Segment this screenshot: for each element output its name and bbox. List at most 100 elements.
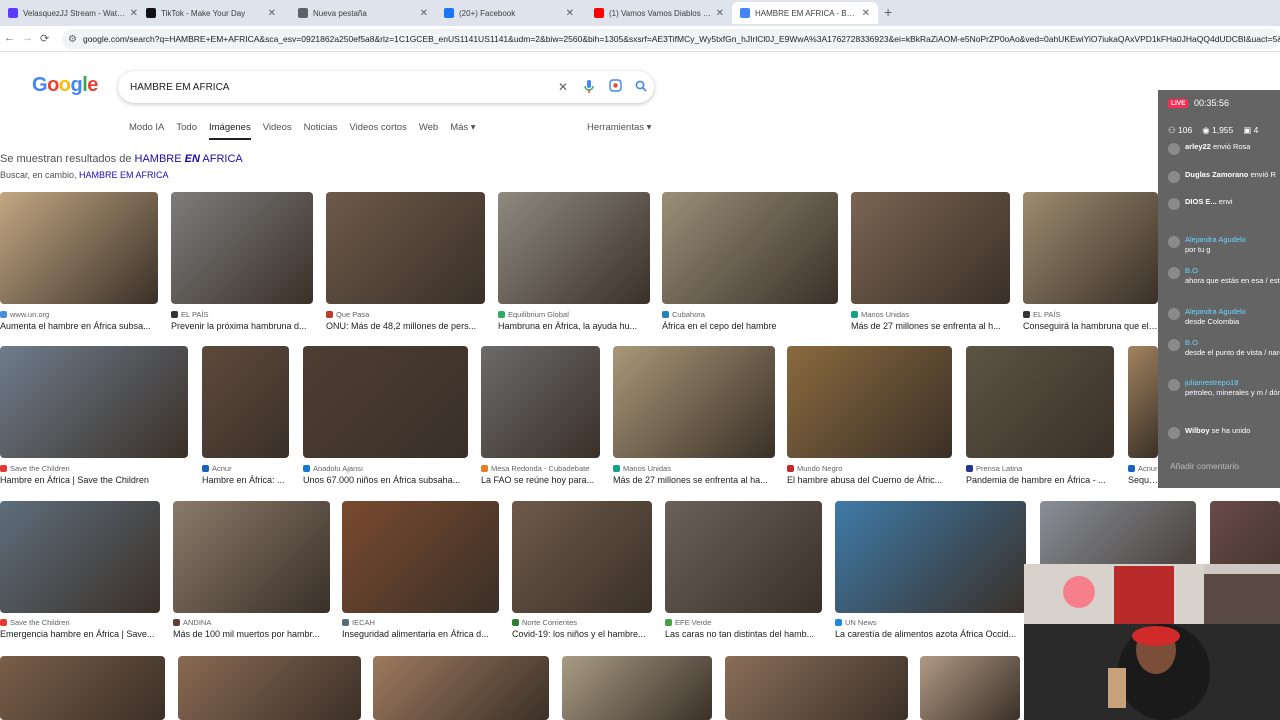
search-input[interactable]: HAMBRE EM AFRICA [130,82,550,93]
result-thumbnail[interactable] [512,501,652,613]
result-caption[interactable]: Prevenir la próxima hambruna d... [171,321,315,331]
result-thumbnail[interactable] [725,656,908,720]
result-thumbnail[interactable] [326,192,485,304]
corrected-word: EN [184,153,200,165]
result-thumbnail[interactable] [613,346,775,458]
search-box[interactable]: HAMBRE EM AFRICA ✕ [118,71,654,103]
chat-username[interactable]: Duglas Zamorano [1185,170,1248,179]
original-query-link[interactable]: HAMBRE EM AFRICA [79,170,169,180]
chat-username[interactable]: Alejandra Agudelo [1185,307,1280,317]
result-thumbnail[interactable] [178,656,361,720]
tab-close-icon[interactable]: ✕ [268,8,276,19]
browser-tab[interactable]: Nueva pestaña ✕ [290,2,436,24]
result-caption[interactable]: Conseguirá la hambruna que el mundo... [1023,321,1160,331]
tab-todo[interactable]: Todo [176,122,197,140]
result-caption[interactable]: La carestía de alimentos azota África Oc… [835,629,1028,639]
url-bar[interactable]: ⚙ google.com/search?q=HAMBRE+EM+AFRICA&s… [62,29,1280,49]
browser-tab[interactable]: VelasquezJJ Stream - Watch Liv ✕ [0,2,146,24]
result-caption[interactable]: Más de 27 millones se enfrenta al ha... [613,475,777,485]
tab-close-icon[interactable]: ✕ [420,8,428,19]
result-caption[interactable]: Sequía y hambre e... [1128,475,1160,485]
result-caption[interactable]: Emergencia hambre en África | Save... [0,629,162,639]
tab-close-icon[interactable]: ✕ [566,8,574,19]
browser-tab[interactable]: (20+) Facebook ✕ [436,2,582,24]
site-info-icon[interactable]: ⚙ [68,34,77,45]
result-thumbnail[interactable] [835,501,1026,613]
result-caption[interactable]: El hambre abusa del Cuerno de Áfric... [787,475,954,485]
tab-close-icon[interactable]: ✕ [130,8,138,19]
result-caption[interactable]: Inseguridad alimentaria en África d... [342,629,501,639]
result-thumbnail[interactable] [0,656,165,720]
reload-icon[interactable]: ⟳ [40,32,49,45]
chat-username[interactable]: B.O [1185,338,1280,348]
result-caption[interactable]: Las caras no tan distintas del hamb... [665,629,824,639]
chat-username[interactable]: arley22 [1185,142,1211,151]
chat-username[interactable]: Wilboy [1185,426,1210,435]
result-thumbnail[interactable] [665,501,822,613]
result-thumbnail[interactable] [920,656,1020,720]
result-thumbnail[interactable] [303,346,468,458]
result-caption[interactable]: Más de 100 mil muertos por hambr... [173,629,332,639]
result-caption[interactable]: Hambre en África | Save the Children [0,475,190,485]
result-caption[interactable]: Aumenta el hambre en África subsa... [0,321,160,331]
result-thumbnail[interactable] [787,346,952,458]
tab-modo-ia[interactable]: Modo IA [129,122,164,140]
chat-username[interactable]: julianrestrepo18 [1185,378,1280,388]
result-thumbnail[interactable] [851,192,1010,304]
tools-button[interactable]: Herramientas ▾ [587,122,651,133]
result-thumbnail[interactable] [562,656,712,720]
tab-close-icon[interactable]: ✕ [862,8,870,19]
browser-tab[interactable]: TikTok - Make Your Day ✕ [138,2,284,24]
clear-icon[interactable]: ✕ [550,80,576,94]
tab-videos[interactable]: Videos [263,122,292,140]
showing-results-for: Se muestran resultados de HAMBRE EN AFRI… [0,153,243,165]
back-icon[interactable]: ← [4,32,15,44]
tab-imagenes[interactable]: Imágenes [209,122,251,140]
result-caption[interactable]: ONU: Más de 48,2 millones de pers... [326,321,487,331]
result-thumbnail[interactable] [481,346,600,458]
chat-username[interactable]: Alejandra Agudelo [1185,235,1280,245]
result-thumbnail[interactable] [1128,346,1158,458]
tab-title: Nueva pestaña [313,8,367,18]
result-thumbnail[interactable] [1023,192,1158,304]
search-icon[interactable] [628,80,654,95]
tab-mas[interactable]: Más ▾ [450,122,475,140]
result-caption[interactable]: Hambre en África: ... [202,475,291,485]
chat-line: Duglas Zamorano envió R [1185,170,1280,180]
result-caption[interactable]: Unos 67.000 niños en África subsaha... [303,475,470,485]
voice-search-icon[interactable] [576,79,602,96]
browser-tab[interactable]: (1) Vamos Vamos Diablos Rojos ✕ [586,2,732,24]
result-thumbnail[interactable] [0,192,158,304]
result-thumbnail[interactable] [662,192,838,304]
google-logo[interactable]: Google [32,74,98,97]
tab-close-icon[interactable]: ✕ [716,8,724,19]
result-caption[interactable]: Más de 27 millones se enfrenta al h... [851,321,1012,331]
result-thumbnail[interactable] [373,656,549,720]
result-caption[interactable]: África en el cepo del hambre [662,321,840,331]
chat-username[interactable]: DIOS E... [1185,197,1217,206]
lens-icon[interactable] [602,79,628,95]
result-thumbnail[interactable] [498,192,650,304]
result-caption[interactable]: La FAO se reúne hoy para... [481,475,602,485]
chat-username[interactable]: B.O [1185,266,1280,276]
tab-noticias[interactable]: Noticias [304,122,338,140]
result-thumbnail[interactable] [0,346,188,458]
add-comment-input[interactable]: Añadir comentario [1170,461,1239,471]
result-caption[interactable]: Pandemia de hambre en África - ... [966,475,1116,485]
source-name: ANDINA [183,618,212,627]
tab-videos-cortos[interactable]: Videos cortos [349,122,406,140]
result-thumbnail[interactable] [171,192,313,304]
forward-icon[interactable]: → [22,32,33,44]
source-favicon-icon [342,619,349,626]
result-thumbnail[interactable] [202,346,289,458]
result-thumbnail[interactable] [173,501,330,613]
result-thumbnail[interactable] [342,501,499,613]
result-caption[interactable]: Hambruna en África, la ayuda hu... [498,321,652,331]
result-thumbnail[interactable] [966,346,1114,458]
tab-web[interactable]: Web [419,122,438,140]
corrected-query[interactable]: HAMBRE EN AFRICA [135,153,243,165]
result-thumbnail[interactable] [0,501,160,613]
new-tab-button[interactable]: + [884,4,892,20]
result-caption[interactable]: Covid-19: los niños y el hambre... [512,629,654,639]
browser-tab[interactable]: HAMBRE EM AFRICA - Buscar c ✕ [732,2,878,24]
